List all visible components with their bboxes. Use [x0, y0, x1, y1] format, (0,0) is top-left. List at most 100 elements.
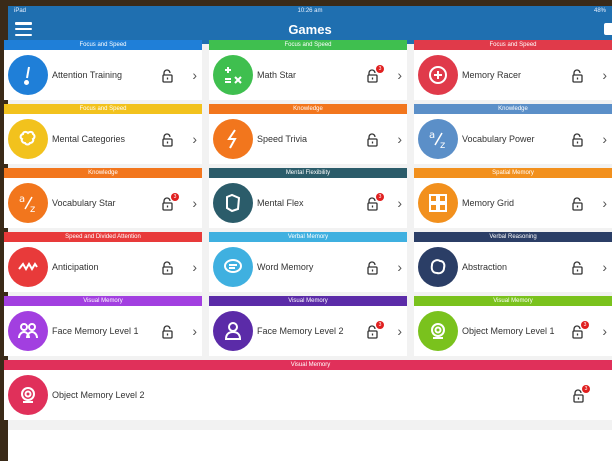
chevron-right-icon[interactable]: › — [397, 259, 402, 275]
chevron-right-icon[interactable]: › — [602, 131, 607, 147]
game-name: Speed Trivia — [257, 134, 308, 144]
games-row: Knowledge a z Vocabulary Star 3 › Mental Flexi… — [4, 168, 612, 228]
chevron-right-icon[interactable]: › — [192, 323, 197, 339]
games-row: Visual Memory Face Memory Level 1 › Visual … — [4, 296, 612, 356]
unlock-icon[interactable] — [570, 132, 586, 148]
svg-text:z: z — [30, 204, 35, 215]
chevron-right-icon[interactable]: › — [192, 195, 197, 211]
game-card[interactable]: Visual Memory Object Memory Level 1 3 › — [414, 296, 612, 356]
unlock-icon[interactable]: 3 — [570, 321, 589, 340]
hamburger-menu-icon[interactable] — [15, 22, 32, 36]
game-name: Memory Racer — [462, 70, 522, 80]
game-category-label: Focus and Speed — [4, 104, 202, 114]
unlock-icon[interactable]: 3 — [365, 193, 384, 212]
chevron-right-icon[interactable]: › — [192, 259, 197, 275]
game-category-label: Focus and Speed — [209, 40, 407, 50]
game-name: Face Memory Level 1 — [52, 326, 139, 336]
chevron-right-icon[interactable]: › — [397, 67, 402, 83]
game-card[interactable]: Knowledge a z Vocabulary Power › — [414, 104, 612, 164]
game-category-label: Visual Memory — [414, 296, 612, 306]
chevron-right-icon[interactable]: › — [192, 131, 197, 147]
notification-badge: 3 — [376, 65, 384, 73]
chevron-right-icon[interactable]: › — [192, 67, 197, 83]
game-name: Object Memory Level 1 — [462, 326, 555, 336]
game-card[interactable]: Knowledge Speed Trivia › — [209, 104, 407, 164]
game-name: Mental Categories — [52, 134, 126, 144]
unlock-icon[interactable] — [570, 68, 586, 84]
unlock-icon[interactable]: 3 — [571, 385, 590, 404]
game-name: Vocabulary Star — [52, 198, 116, 208]
chevron-right-icon[interactable]: › — [397, 323, 402, 339]
game-card[interactable]: Verbal Memory Word Memory › — [209, 232, 407, 292]
person-icon — [213, 311, 253, 351]
game-card[interactable]: Verbal Reasoning Abstraction › — [414, 232, 612, 292]
unlock-icon[interactable] — [570, 260, 586, 276]
chevron-right-icon[interactable]: › — [397, 195, 402, 211]
game-card[interactable]: Focus and Speed Math Star 3 › — [209, 40, 407, 100]
game-card[interactable]: Mental Flexibility Mental Flex 3 › — [209, 168, 407, 228]
game-name: Mental Flex — [257, 198, 304, 208]
unlock-icon[interactable] — [160, 68, 176, 84]
unlock-icon[interactable]: 3 — [365, 321, 384, 340]
unlock-icon[interactable] — [570, 196, 586, 212]
game-name: Memory Grid — [462, 198, 515, 208]
game-category-label: Visual Memory — [4, 360, 612, 370]
game-name: Math Star — [257, 70, 297, 80]
camera-icon — [8, 375, 48, 415]
brain-icon — [8, 119, 48, 159]
game-name: Face Memory Level 2 — [257, 326, 344, 336]
game-name: Object Memory Level 2 — [52, 390, 145, 400]
game-category-label: Mental Flexibility — [209, 168, 407, 178]
map-shape-icon — [213, 183, 253, 223]
game-category-label: Visual Memory — [4, 296, 202, 306]
faces-icon — [8, 311, 48, 351]
game-category-label: Knowledge — [414, 104, 612, 114]
chevron-right-icon[interactable]: › — [602, 67, 607, 83]
game-name: Anticipation — [52, 262, 99, 272]
status-time: 10:26 am — [297, 7, 323, 14]
unlock-icon[interactable]: 3 — [365, 65, 384, 84]
game-card[interactable]: Speed and Divided Attention Anticipation › — [4, 232, 202, 292]
speech-bubble-icon — [213, 247, 253, 287]
chat-icon[interactable] — [604, 23, 612, 35]
grid-icon — [418, 183, 458, 223]
unlock-icon[interactable] — [160, 324, 176, 340]
unlock-icon[interactable] — [365, 260, 381, 276]
unlock-icon[interactable] — [160, 132, 176, 148]
zigzag-icon — [8, 247, 48, 287]
game-name: Word Memory — [257, 262, 314, 272]
game-card[interactable]: Focus and Speed Mental Categories › — [4, 104, 202, 164]
chevron-right-icon[interactable]: › — [397, 131, 402, 147]
game-card[interactable]: Visual Memory Face Memory Level 2 3 › — [209, 296, 407, 356]
blob-icon — [418, 247, 458, 287]
game-category-label: Focus and Speed — [414, 40, 612, 50]
game-category-label: Spatial Memory — [414, 168, 612, 178]
game-card[interactable]: Focus and Speed Attention Training › — [4, 40, 202, 100]
games-row: Focus and Speed Mental Categories › Knowled… — [4, 104, 612, 164]
notification-badge: 3 — [581, 321, 589, 329]
game-card[interactable]: Visual Memory Object Memory Level 2 3 — [4, 360, 612, 420]
empty-area — [8, 430, 612, 461]
unlock-icon[interactable] — [365, 132, 381, 148]
math-symbols-icon — [213, 55, 253, 95]
chevron-right-icon[interactable]: › — [602, 259, 607, 275]
notification-badge: 3 — [376, 193, 384, 201]
game-category-label: Knowledge — [209, 104, 407, 114]
game-card[interactable]: Focus and Speed Memory Racer › — [414, 40, 612, 100]
game-card[interactable]: Knowledge a z Vocabulary Star 3 › — [4, 168, 202, 228]
unlock-icon[interactable]: 3 — [160, 193, 179, 212]
notification-badge: 3 — [376, 321, 384, 329]
target-face-icon — [418, 55, 458, 95]
game-card[interactable]: Visual Memory Face Memory Level 1 › — [4, 296, 202, 356]
game-name: Abstraction — [462, 262, 508, 272]
status-carrier: iPad — [14, 7, 27, 14]
games-row: Speed and Divided Attention Anticipation ›… — [4, 232, 612, 292]
chevron-right-icon[interactable]: › — [602, 195, 607, 211]
status-bar: iPad 10:26 am 48% — [8, 6, 612, 15]
svg-text:a: a — [429, 130, 435, 141]
letters-az-icon: az — [418, 119, 458, 159]
letters-az-icon: az — [8, 183, 48, 223]
chevron-right-icon[interactable]: › — [602, 323, 607, 339]
unlock-icon[interactable] — [160, 260, 176, 276]
game-card[interactable]: Spatial Memory Memory Grid › — [414, 168, 612, 228]
